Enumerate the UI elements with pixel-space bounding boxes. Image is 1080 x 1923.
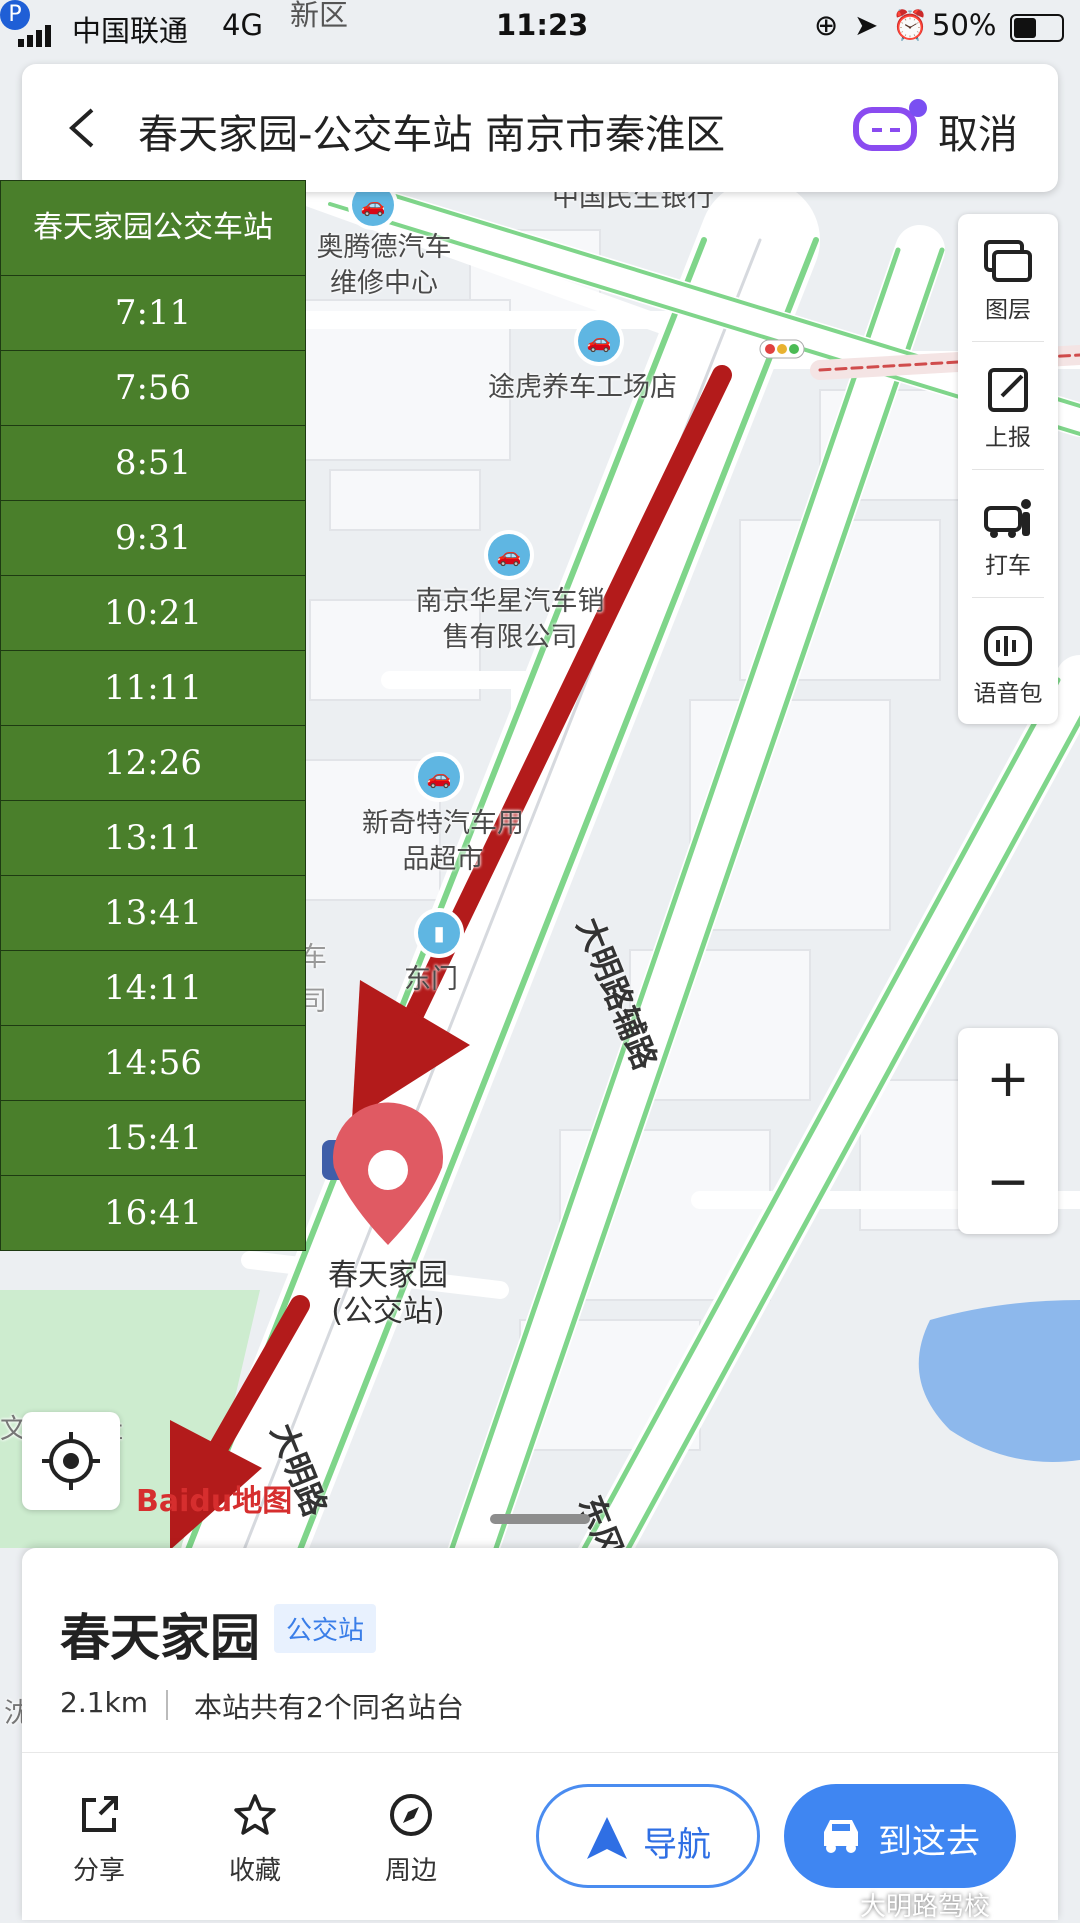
favorite-label: 收藏 bbox=[228, 1856, 281, 1886]
timetable-row: 7:11 bbox=[0, 276, 306, 351]
compass-icon bbox=[390, 1794, 432, 1836]
timetable-row: 16:41 bbox=[0, 1176, 306, 1251]
layers-label: 图层 bbox=[985, 297, 1031, 323]
taxi-label: 打车 bbox=[985, 553, 1031, 579]
map-toolbar: 图层 上报 打车 语音包 bbox=[958, 214, 1058, 724]
map-top-label: 新区 bbox=[290, 0, 349, 32]
place-detail-sheet: 春天家园 公交站 2.1km 本站共有2个同名站台 分享 收藏 周边 导航 到这… bbox=[22, 1514, 1058, 1920]
zoom-control: + − bbox=[958, 1028, 1058, 1234]
place-description: 本站共有2个同名站台 bbox=[194, 1691, 464, 1724]
clock: 11:23 bbox=[496, 8, 589, 42]
timetable-row: 11:11 bbox=[0, 651, 306, 726]
voice-pack-button[interactable]: 语音包 bbox=[958, 598, 1058, 725]
poi-label[interactable]: 南京华星汽车销售有限公司 bbox=[412, 584, 608, 656]
battery-icon bbox=[1010, 14, 1064, 42]
battery-label: 50% bbox=[932, 8, 997, 42]
poi-label[interactable]: 东门 bbox=[404, 962, 458, 998]
drag-handle[interactable] bbox=[490, 1514, 590, 1524]
star-icon bbox=[234, 1794, 276, 1835]
rotation-lock-icon: ⊕ bbox=[814, 8, 839, 42]
crosshair-icon bbox=[42, 1432, 100, 1490]
report-label: 上报 bbox=[985, 425, 1031, 451]
timetable-row: 12:26 bbox=[0, 726, 306, 801]
share-button[interactable]: 分享 bbox=[44, 1792, 154, 1887]
share-label: 分享 bbox=[72, 1856, 125, 1886]
network-label: 4G bbox=[222, 8, 263, 42]
zoom-in-button[interactable]: + bbox=[958, 1028, 1058, 1131]
timetable-row: 9:31 bbox=[0, 501, 306, 576]
poi-label[interactable]: 新奇特汽车用品超市 bbox=[358, 806, 528, 878]
poi-label[interactable]: 途虎养车工场店 bbox=[488, 370, 677, 406]
back-icon[interactable] bbox=[62, 104, 102, 152]
locate-button[interactable] bbox=[22, 1412, 120, 1510]
carrier-label: 中国联通 bbox=[72, 14, 189, 48]
taxi-icon bbox=[984, 499, 1031, 538]
nearby-button[interactable]: 周边 bbox=[356, 1792, 466, 1887]
navigation-arrow-icon bbox=[587, 1817, 627, 1859]
navigate-button[interactable]: 导航 bbox=[536, 1784, 760, 1888]
search-header: 春天家园-公交车站 南京市秦淮区 取消 bbox=[22, 64, 1058, 192]
report-button[interactable]: 上报 bbox=[958, 342, 1058, 469]
location-arrow-icon: ➤ bbox=[854, 8, 879, 42]
go-here-button[interactable]: 到这去 bbox=[784, 1784, 1016, 1888]
marker-label[interactable]: 春天家园 (公交站) bbox=[318, 1258, 458, 1330]
timetable-row: 8:51 bbox=[0, 426, 306, 501]
layers-button[interactable]: 图层 bbox=[958, 214, 1058, 341]
timetable-row: 13:41 bbox=[0, 876, 306, 951]
go-here-label: 到这去 bbox=[878, 1822, 980, 1862]
voice-label: 语音包 bbox=[973, 681, 1043, 707]
bus-timetable: 春天家园公交车站 7:11 7:56 8:51 9:31 10:21 11:11… bbox=[0, 180, 306, 1251]
zoom-out-button[interactable]: − bbox=[958, 1131, 1058, 1234]
navigate-label: 导航 bbox=[643, 1825, 711, 1865]
timetable-title: 春天家园公交车站 bbox=[0, 180, 306, 276]
edit-icon bbox=[988, 368, 1028, 412]
nearby-label: 周边 bbox=[384, 1856, 437, 1886]
gate-icon[interactable]: ▮ bbox=[418, 912, 460, 954]
baidu-map-logo: Baidu地图 bbox=[136, 1484, 293, 1519]
search-title[interactable]: 春天家园-公交车站 南京市秦淮区 bbox=[138, 102, 725, 160]
timetable-row: 13:11 bbox=[0, 801, 306, 876]
traffic-light-icon bbox=[759, 339, 805, 359]
favorite-button[interactable]: 收藏 bbox=[200, 1792, 310, 1887]
status-bar: P 中国联通 4G 新区 11:23 ⊕ ➤ ⏰ 50% bbox=[0, 0, 1080, 56]
share-icon bbox=[82, 1796, 118, 1832]
voice-icon bbox=[984, 626, 1032, 666]
timetable-row: 14:11 bbox=[0, 951, 306, 1026]
car-service-icon[interactable]: 🚗 bbox=[488, 534, 530, 576]
timetable-row: 7:56 bbox=[0, 351, 306, 426]
car-icon bbox=[824, 1820, 858, 1853]
car-service-icon[interactable]: 🚗 bbox=[418, 756, 460, 798]
wechat-watermark: 大明路驾校 bbox=[860, 1892, 991, 1922]
layers-icon bbox=[984, 240, 1032, 282]
timetable-row: 15:41 bbox=[0, 1101, 306, 1176]
place-name: 春天家园 bbox=[60, 1609, 260, 1667]
place-type-badge: 公交站 bbox=[274, 1604, 377, 1653]
cancel-button[interactable]: 取消 bbox=[938, 102, 1018, 160]
distance-label: 2.1km bbox=[60, 1686, 149, 1719]
taxi-button[interactable]: 打车 bbox=[958, 470, 1058, 597]
car-service-icon[interactable]: 🚗 bbox=[578, 320, 620, 362]
timetable-row: 10:21 bbox=[0, 576, 306, 651]
assistant-icon[interactable] bbox=[848, 98, 932, 158]
alarm-icon: ⏰ bbox=[892, 8, 929, 42]
timetable-row: 14:56 bbox=[0, 1026, 306, 1101]
signal-icon bbox=[18, 20, 58, 47]
poi-label[interactable]: 奥腾德汽车维修中心 bbox=[304, 230, 464, 302]
